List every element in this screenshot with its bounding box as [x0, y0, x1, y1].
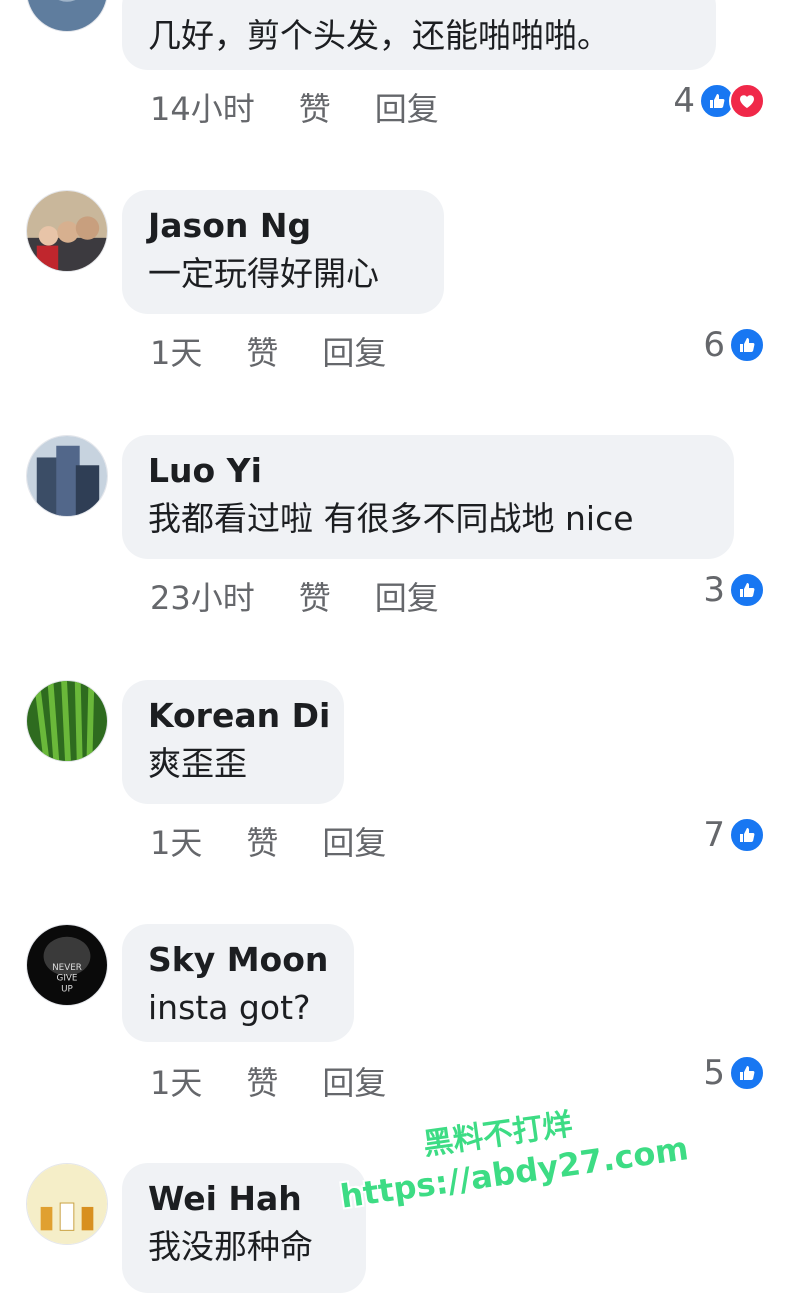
reaction-count: 5	[703, 1053, 725, 1093]
reply-button[interactable]: 回复	[375, 573, 439, 619]
comment-text: 几好，剪个头发，还能啪啪啪。	[148, 16, 610, 55]
comment-text: 爽歪歪	[148, 744, 247, 783]
avatar[interactable]	[26, 680, 108, 762]
comment-author[interactable]: Sky Moon	[148, 938, 328, 982]
reaction-count: 3	[703, 570, 725, 610]
comment-actions: 14小时 赞 回复	[150, 82, 483, 132]
reply-button[interactable]: 回复	[375, 84, 439, 130]
comment-actions: 1天 赞 回复	[150, 326, 430, 376]
reaction-count: 4	[673, 81, 695, 121]
comment-author[interactable]: Jason Ng	[148, 204, 418, 248]
comment-time: 1天	[150, 824, 203, 862]
like-button[interactable]: 赞	[299, 84, 331, 130]
comment-text: insta got?	[148, 988, 311, 1027]
avatar[interactable]: NEVER GIVE UP	[26, 924, 108, 1006]
reaction-summary[interactable]: 3	[703, 565, 765, 615]
reaction-count: 6	[703, 325, 725, 365]
comment-bubble: Luo Yi 我都看过啦 有很多不同战地 nice	[122, 435, 734, 559]
comment-actions: 23小时 赞 回复	[150, 571, 483, 621]
comment-bubble: Jason Ng 一定玩得好開心	[122, 190, 444, 314]
avatar[interactable]	[26, 1163, 108, 1245]
comment-author[interactable]: Luo Yi	[148, 449, 708, 493]
comment-author[interactable]: Korean Di	[148, 694, 330, 738]
comment-time: 1天	[150, 334, 203, 372]
comment-time: 23小时	[150, 579, 255, 617]
comment-text: 我都看过啦 有很多不同战地 nice	[148, 499, 634, 538]
comment-actions: 1天 赞 回复	[150, 1056, 430, 1106]
comment-time: 1天	[150, 1064, 203, 1102]
comment-author[interactable]: Wei Hah	[148, 1177, 340, 1221]
reply-button[interactable]: 回复	[322, 1058, 386, 1104]
like-icon	[729, 572, 765, 608]
comment-bubble: Sky Moon insta got?	[122, 924, 354, 1042]
like-icon	[729, 817, 765, 853]
comment-text: 我没那种命	[148, 1227, 313, 1266]
avatar[interactable]	[26, 190, 108, 272]
avatar-text: UP	[61, 984, 73, 994]
reply-button[interactable]: 回复	[322, 328, 386, 374]
comment-bubble: Korean Di 爽歪歪	[122, 680, 344, 804]
reaction-summary[interactable]: 5	[703, 1048, 765, 1098]
comment-text: 一定玩得好開心	[148, 254, 379, 293]
comment-actions: 1天 赞 回复	[150, 816, 430, 866]
like-icon	[729, 327, 765, 363]
reaction-count: 7	[703, 815, 725, 855]
reply-button[interactable]: 回复	[322, 818, 386, 864]
love-icon	[729, 83, 765, 119]
reaction-summary[interactable]: 4	[673, 76, 765, 126]
like-icon	[729, 1055, 765, 1091]
comment-bubble: Wei Hah 我没那种命	[122, 1163, 366, 1293]
avatar-text: NEVER	[52, 963, 82, 973]
like-button[interactable]: 赞	[246, 818, 278, 864]
like-button[interactable]: 赞	[246, 328, 278, 374]
reaction-summary[interactable]: 6	[703, 320, 765, 370]
like-button[interactable]: 赞	[246, 1058, 278, 1104]
comment-time: 14小时	[150, 90, 255, 128]
comment-bubble: 几好，剪个头发，还能啪啪啪。	[122, 0, 716, 70]
reaction-summary[interactable]: 7	[703, 810, 765, 860]
avatar[interactable]	[26, 435, 108, 517]
like-button[interactable]: 赞	[299, 573, 331, 619]
avatar[interactable]	[26, 0, 108, 32]
avatar-text: GIVE	[57, 974, 78, 984]
